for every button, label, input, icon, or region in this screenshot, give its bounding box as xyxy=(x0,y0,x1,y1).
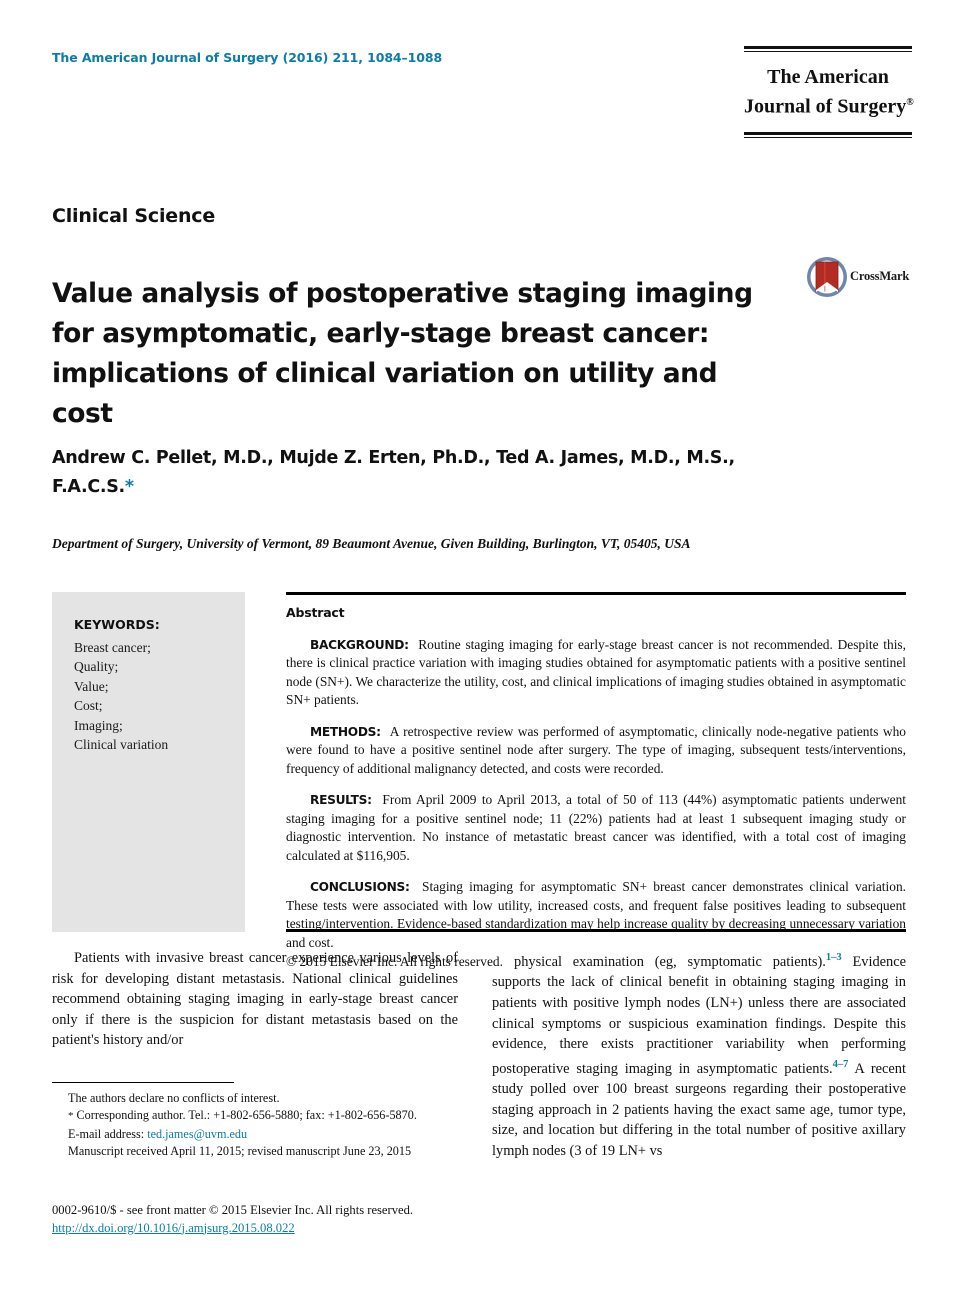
keywords-panel: KEYWORDS: Breast cancer; Quality; Value;… xyxy=(52,592,245,932)
keyword-item: Imaging; xyxy=(74,717,123,733)
crossmark-icon xyxy=(807,257,847,297)
abstract-results: RESULTS: From April 2009 to April 2013, … xyxy=(286,791,906,865)
journal-logo: The American Journal of Surgery® xyxy=(744,46,914,138)
crossmark-badge[interactable]: CrossMark xyxy=(806,256,910,302)
footnote-conflict-of-interest: The authors declare no conflicts of inte… xyxy=(68,1091,280,1105)
body-text-segment: physical examination (eg, symptomatic pa… xyxy=(514,953,826,970)
citation-link[interactable]: 1–3 xyxy=(826,952,842,963)
journal-article-page: The American Journal of Surgery (2016) 2… xyxy=(0,0,960,1290)
footnote-corresponding-author-text: Corresponding author. Tel.: +1-802-656-5… xyxy=(76,1108,417,1123)
keyword-item: Value; xyxy=(74,678,109,694)
abstract-conclusions: CONCLUSIONS: Staging imaging for asympto… xyxy=(286,878,906,952)
abstract-background-label: BACKGROUND: xyxy=(310,637,409,652)
abstract-results-label: RESULTS: xyxy=(310,793,372,808)
abstract-methods: METHODS: A retrospective review was perf… xyxy=(286,723,906,778)
masthead: The American Journal of Surgery (2016) 2… xyxy=(52,46,914,174)
keyword-item: Cost; xyxy=(74,698,103,713)
abstract: Abstract BACKGROUND: Routine staging ima… xyxy=(286,604,906,971)
abstract-rule-top xyxy=(286,592,906,595)
doi-link[interactable]: http://dx.doi.org/10.1016/j.amjsurg.2015… xyxy=(52,1220,552,1238)
citation-link[interactable]: 4–7 xyxy=(833,1059,849,1070)
abstract-heading: Abstract xyxy=(286,605,345,620)
corresponding-author-marker: * xyxy=(124,477,134,497)
footnotes: The authors declare no conflicts of inte… xyxy=(52,1090,458,1161)
email-label: E-mail address: xyxy=(68,1126,145,1141)
footnote-corresponding-author: * Corresponding author. Tel.: +1-802-656… xyxy=(52,1107,458,1125)
logo-rule-bottom xyxy=(744,131,912,138)
body-column-left: Patients with invasive breast cancer exp… xyxy=(52,948,458,1051)
abstract-conclusions-label: CONCLUSIONS: xyxy=(310,880,410,895)
page-title: Value analysis of postoperative staging … xyxy=(52,277,753,429)
keyword-item: Clinical variation xyxy=(74,737,169,752)
email-link[interactable]: ted.james@uvm.edu xyxy=(147,1127,247,1141)
issn-copyright-line: 0002-9610/$ - see front matter © 2015 El… xyxy=(52,1203,414,1217)
logo-rule-top xyxy=(744,46,912,52)
affiliation: Department of Surgery, University of Ver… xyxy=(52,536,691,551)
abstract-results-text: From April 2009 to April 2013, a total o… xyxy=(286,792,906,863)
author-list: Andrew C. Pellet, M.D., Mujde Z. Erten, … xyxy=(52,444,752,502)
abstract-rule-bottom xyxy=(286,929,906,932)
body-column-right: physical examination (eg, symptomatic pa… xyxy=(492,948,906,1162)
author-names: Andrew C. Pellet, M.D., Mujde Z. Erten, … xyxy=(52,448,735,497)
section-label: Clinical Science xyxy=(52,205,216,227)
body-paragraph: physical examination (eg, symptomatic pa… xyxy=(492,948,906,1162)
journal-running-head: The American Journal of Surgery (2016) 2… xyxy=(52,50,443,65)
journal-logo-line-2: Journal of Surgery® xyxy=(744,90,914,120)
journal-logo-line-1: The American xyxy=(767,66,889,88)
footnote-rule xyxy=(52,1082,234,1083)
abstract-background: BACKGROUND: Routine staging imaging for … xyxy=(286,636,906,710)
keyword-item: Breast cancer; xyxy=(74,639,151,655)
abstract-methods-label: METHODS: xyxy=(310,724,381,739)
journal-logo-line-2-text: Journal of Surgery xyxy=(744,95,907,118)
body-paragraph: Patients with invasive breast cancer exp… xyxy=(52,950,458,1049)
registered-mark-icon: ® xyxy=(906,97,914,108)
keywords-title: KEYWORDS: xyxy=(74,617,160,632)
footnote-email: E-mail address: ted.james@uvm.edu xyxy=(52,1126,458,1143)
page-footer: 0002-9610/$ - see front matter © 2015 El… xyxy=(52,1202,552,1237)
corresponding-author-marker-footnote: * xyxy=(68,1110,74,1123)
crossmark-label: CrossMark xyxy=(850,269,910,283)
footnote-manuscript-dates: Manuscript received April 11, 2015; revi… xyxy=(68,1144,412,1159)
keyword-item: Quality; xyxy=(74,659,119,674)
